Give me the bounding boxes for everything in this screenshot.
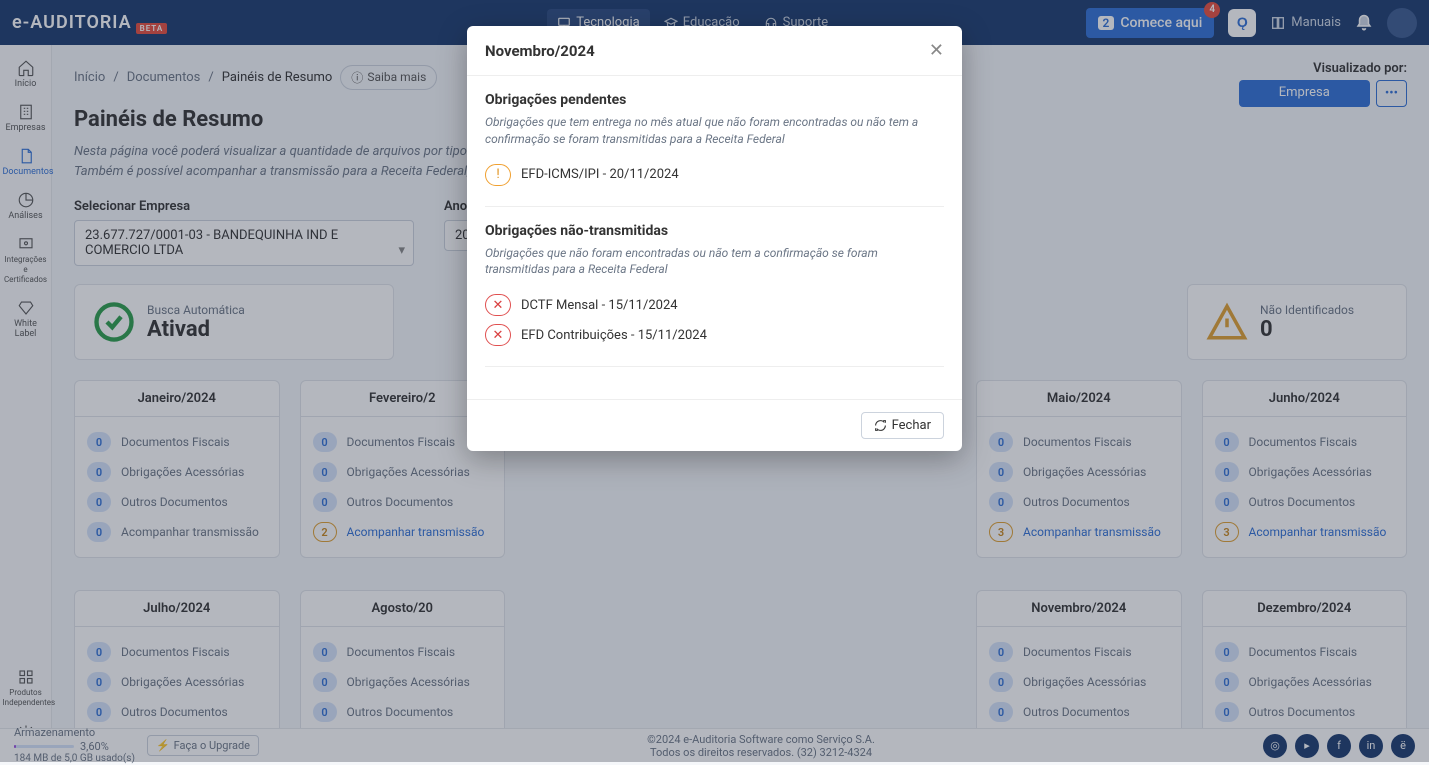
warning-icon: ! — [485, 164, 511, 186]
sec-nottrans-desc: Obrigações que não foram encontradas ou … — [485, 245, 944, 279]
modal-overlay[interactable]: Novembro/2024 ✕ Obrigações pendentes Obr… — [0, 0, 1429, 762]
close-button[interactable]: Fechar — [861, 412, 944, 439]
error-icon: ✕ — [485, 324, 511, 346]
obligation-label: EFD-ICMS/IPI - 20/11/2024 — [521, 167, 679, 182]
obligation-label: EFD Contribuições - 15/11/2024 — [521, 328, 707, 343]
modal-header: Novembro/2024 ✕ — [467, 26, 962, 76]
sec-nottrans-title: Obrigações não-transmitidas — [485, 223, 944, 239]
close-icon[interactable]: ✕ — [929, 40, 944, 61]
error-icon: ✕ — [485, 294, 511, 316]
close-label: Fechar — [892, 418, 931, 433]
obligation-label: DCTF Mensal - 15/11/2024 — [521, 298, 678, 313]
modal-title: Novembro/2024 — [485, 42, 595, 60]
obligation-row: ! EFD-ICMS/IPI - 20/11/2024 — [485, 160, 944, 190]
sec-pending-title: Obrigações pendentes — [485, 92, 944, 108]
modal: Novembro/2024 ✕ Obrigações pendentes Obr… — [467, 26, 962, 451]
modal-footer: Fechar — [467, 399, 962, 451]
refresh-icon — [874, 419, 887, 432]
sec-pending-desc: Obrigações que tem entrega no mês atual … — [485, 114, 944, 148]
obligation-row: ✕ EFD Contribuições - 15/11/2024 — [485, 320, 944, 350]
obligation-row: ✕ DCTF Mensal - 15/11/2024 — [485, 290, 944, 320]
modal-body: Obrigações pendentes Obrigações que tem … — [467, 76, 962, 399]
